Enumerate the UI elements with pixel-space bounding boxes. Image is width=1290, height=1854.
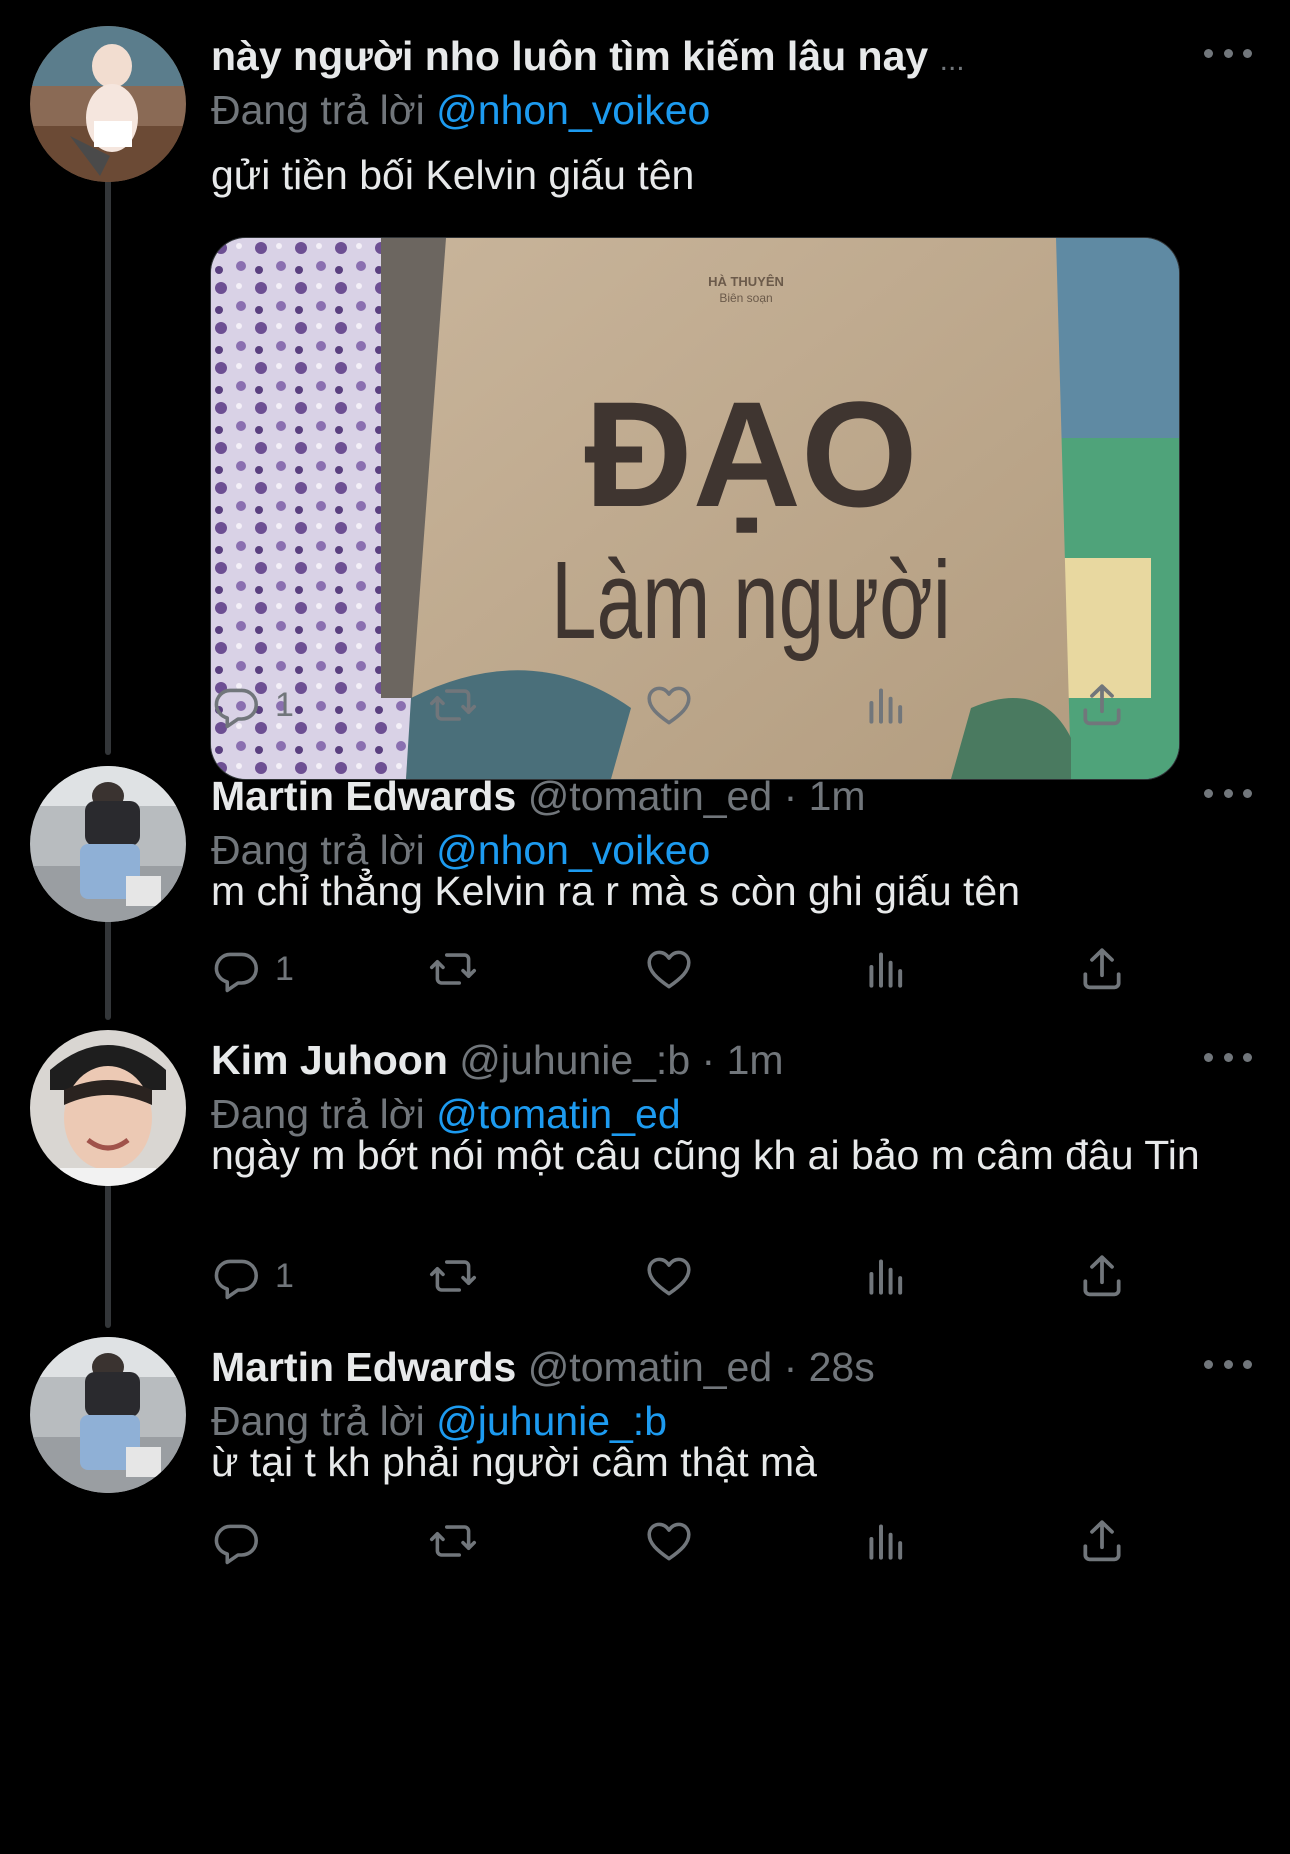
- tweet-text: ngày m bớt nói một câu cũng kh ai bảo m …: [211, 1132, 1200, 1178]
- tweet-text: ừ tại t kh phải người câm thật mà: [211, 1439, 817, 1485]
- like-button[interactable]: [644, 675, 694, 735]
- share-icon: [1077, 1516, 1127, 1566]
- reply-button[interactable]: [211, 1511, 275, 1571]
- tweet-timestamp[interactable]: · 1m: [784, 773, 866, 819]
- display-name[interactable]: Kim Juhoon: [211, 1037, 448, 1083]
- heart-icon: [644, 1251, 694, 1301]
- tweet-actions: [0, 1511, 1290, 1571]
- reply-count: 1: [275, 685, 294, 724]
- more-icon[interactable]: [1204, 1042, 1252, 1072]
- share-icon: [1077, 1251, 1127, 1301]
- views-button[interactable]: [861, 939, 911, 999]
- views-icon: [861, 680, 911, 730]
- tweet-header: Martin Edwards @tomatin_ed · 1m: [211, 770, 1180, 830]
- share-button[interactable]: [1077, 939, 1127, 999]
- tweet-text: gửi tiền bối Kelvin giấu tên: [211, 152, 695, 198]
- display-name[interactable]: này người nho luôn tìm kiếm lâu nay: [211, 33, 928, 79]
- tweet-text: m chỉ thẳng Kelvin ra r mà s còn ghi giấ…: [211, 868, 1021, 914]
- tweet-header: Kim Juhoon @juhunie_:b · 1m: [211, 1034, 1180, 1094]
- reply-count: 1: [275, 949, 294, 988]
- reply-count: 1: [275, 1256, 294, 1295]
- retweet-icon: [428, 1251, 478, 1301]
- like-button[interactable]: [644, 939, 694, 999]
- retweet-icon: [428, 1516, 478, 1566]
- reply-button[interactable]: 1: [211, 1246, 294, 1306]
- media-title-top: ĐẠO: [584, 370, 917, 538]
- retweet-icon: [428, 944, 478, 994]
- reply-button[interactable]: 1: [211, 939, 294, 999]
- reply-icon: [211, 1251, 261, 1301]
- avatar[interactable]: [30, 26, 186, 182]
- like-button[interactable]: [644, 1246, 694, 1306]
- retweet-button[interactable]: [428, 1246, 478, 1306]
- views-button[interactable]: [861, 1511, 911, 1571]
- tweet-header: này người nho luôn tìm kiếm lâu nay ...: [211, 30, 1180, 90]
- user-handle[interactable]: @tomatin_ed: [528, 1344, 772, 1390]
- more-icon[interactable]: [1204, 1349, 1252, 1379]
- replying-to: Đang trả lời @nhon_voikeo: [211, 84, 710, 136]
- share-button[interactable]: [1077, 675, 1127, 735]
- thread-line: [105, 160, 111, 755]
- tweet-header: Martin Edwards @tomatin_ed · 28s: [211, 1341, 1180, 1401]
- share-button[interactable]: [1077, 1246, 1127, 1306]
- avatar[interactable]: [30, 1030, 186, 1186]
- heart-icon: [644, 1516, 694, 1566]
- reply-icon: [211, 944, 261, 994]
- retweet-button[interactable]: [428, 675, 478, 735]
- avatar[interactable]: [30, 1337, 186, 1493]
- views-icon: [861, 1251, 911, 1301]
- tweet-actions: 1: [0, 939, 1290, 999]
- more-icon[interactable]: [1204, 38, 1252, 68]
- views-button[interactable]: [861, 1246, 911, 1306]
- views-icon: [861, 1516, 911, 1566]
- views-button[interactable]: [861, 675, 911, 735]
- views-icon: [861, 944, 911, 994]
- tweet-actions: 1: [0, 1246, 1290, 1306]
- tweet-timestamp[interactable]: · 28s: [784, 1344, 875, 1390]
- display-name[interactable]: Martin Edwards: [211, 1344, 516, 1390]
- user-handle[interactable]: @tomatin_ed: [528, 773, 772, 819]
- tweet-actions: 1: [0, 675, 1290, 735]
- reply-mention[interactable]: @nhon_voikeo: [436, 87, 710, 133]
- reply-icon: [211, 680, 261, 730]
- replying-prefix: Đang trả lời: [211, 87, 425, 133]
- heart-icon: [644, 944, 694, 994]
- share-button[interactable]: [1077, 1511, 1127, 1571]
- user-handle[interactable]: @juhunie_:b: [459, 1037, 690, 1083]
- reply-button[interactable]: 1: [211, 675, 294, 735]
- media-author-text: HÀ THUYÊN: [708, 274, 784, 289]
- more-icon[interactable]: [1204, 778, 1252, 808]
- tweet-timestamp[interactable]: · 1m: [702, 1037, 784, 1083]
- reply-icon: [211, 1516, 261, 1566]
- share-icon: [1077, 680, 1127, 730]
- retweet-button[interactable]: [428, 939, 478, 999]
- like-button[interactable]: [644, 1511, 694, 1571]
- heart-icon: [644, 680, 694, 730]
- retweet-button[interactable]: [428, 1511, 478, 1571]
- media-editor-text: Biên soạn: [719, 291, 772, 305]
- share-icon: [1077, 944, 1127, 994]
- media-title-bottom: Làm người: [551, 539, 951, 662]
- truncation-ellipsis: ...: [939, 44, 965, 77]
- display-name[interactable]: Martin Edwards: [211, 773, 516, 819]
- avatar[interactable]: [30, 766, 186, 922]
- retweet-icon: [428, 680, 478, 730]
